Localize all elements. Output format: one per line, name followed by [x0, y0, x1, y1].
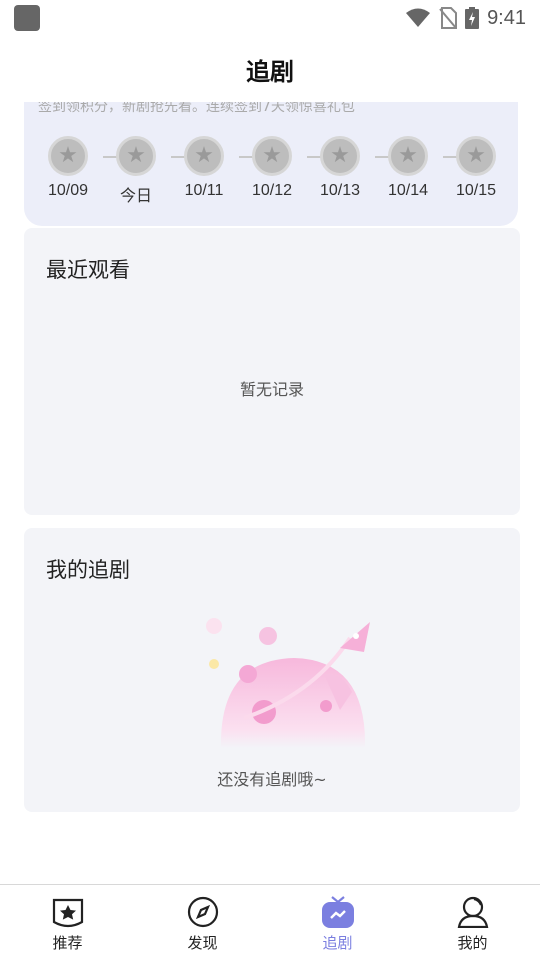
my-following-title: 我的追剧: [46, 558, 130, 582]
my-following-panel: 我的追剧 还没有追剧哦~: [24, 528, 520, 812]
page-title: 追剧: [246, 57, 294, 86]
signin-day-item[interactable]: ★ 10/15: [442, 136, 510, 200]
nav-item-recommend[interactable]: 推荐: [0, 885, 135, 960]
signin-day-item[interactable]: ★ 10/12: [238, 136, 306, 200]
signin-day-row: ★ 10/09 ★ 今日 ★ 10/11 ★ 10/12 ★ 10/13 ★ 1…: [24, 136, 518, 216]
star-coin-icon: ★: [388, 136, 428, 176]
day-label: 10/14: [387, 182, 429, 199]
star-coin-icon: ★: [48, 136, 88, 176]
app-header: 追剧: [0, 36, 540, 102]
nav-item-discover[interactable]: 发现: [135, 885, 270, 960]
signin-day-item[interactable]: ★ 10/14: [374, 136, 442, 200]
nav-item-following[interactable]: 追剧: [270, 885, 405, 960]
battery-icon: [465, 7, 480, 29]
status-time: 9:41: [487, 6, 526, 29]
recent-watch-title: 最近观看: [46, 258, 130, 282]
star-coin-icon: ★: [252, 136, 292, 176]
following-empty-text: 还没有追剧哦~: [217, 770, 327, 789]
day-label: 10/13: [319, 182, 361, 199]
signin-description: 签到领积分，新剧抢先看。连续签到7天领惊喜礼包: [38, 102, 355, 115]
bottom-nav: 推荐 发现 追剧 我的: [0, 884, 540, 960]
no-sim-icon: [439, 7, 458, 29]
person-icon: [456, 895, 490, 929]
recent-empty-text: 暂无记录: [239, 380, 304, 399]
planet-rocket-illustration: [206, 618, 370, 748]
wifi-icon: [406, 8, 431, 27]
tv-icon: [321, 895, 355, 929]
nav-label: 发现: [187, 934, 218, 952]
star-coin-icon: ★: [116, 136, 156, 176]
signin-day-item[interactable]: ★ 10/11: [170, 136, 238, 200]
status-indicators: 9:41: [405, 6, 526, 30]
day-label: 10/09: [47, 182, 89, 199]
signin-day-item[interactable]: ★ 今日: [102, 136, 170, 206]
recent-watch-panel: 最近观看 暂无记录: [24, 228, 520, 515]
day-label: 今日: [119, 188, 152, 205]
day-label: 10/15: [455, 182, 497, 199]
star-coin-icon: ★: [184, 136, 224, 176]
star-coin-icon: ★: [456, 136, 496, 176]
nav-label: 追剧: [322, 934, 353, 952]
star-coin-icon: ★: [320, 136, 360, 176]
signin-card: 签到领积分，新剧抢先看。连续签到7天领惊喜礼包 ★ 10/09 ★ 今日 ★ 1…: [24, 102, 518, 226]
day-label: 10/11: [184, 182, 224, 199]
nav-item-profile[interactable]: 我的: [405, 885, 540, 960]
nav-label: 我的: [457, 934, 488, 952]
nav-label: 推荐: [52, 934, 83, 952]
app-notification-icon: [14, 5, 40, 31]
compass-icon: [186, 895, 220, 929]
signin-day-item[interactable]: ★ 10/09: [34, 136, 102, 200]
star-badge-icon: [51, 895, 85, 929]
signin-day-item[interactable]: ★ 10/13: [306, 136, 374, 200]
day-label: 10/12: [251, 182, 293, 199]
status-bar: 9:41: [0, 0, 540, 36]
